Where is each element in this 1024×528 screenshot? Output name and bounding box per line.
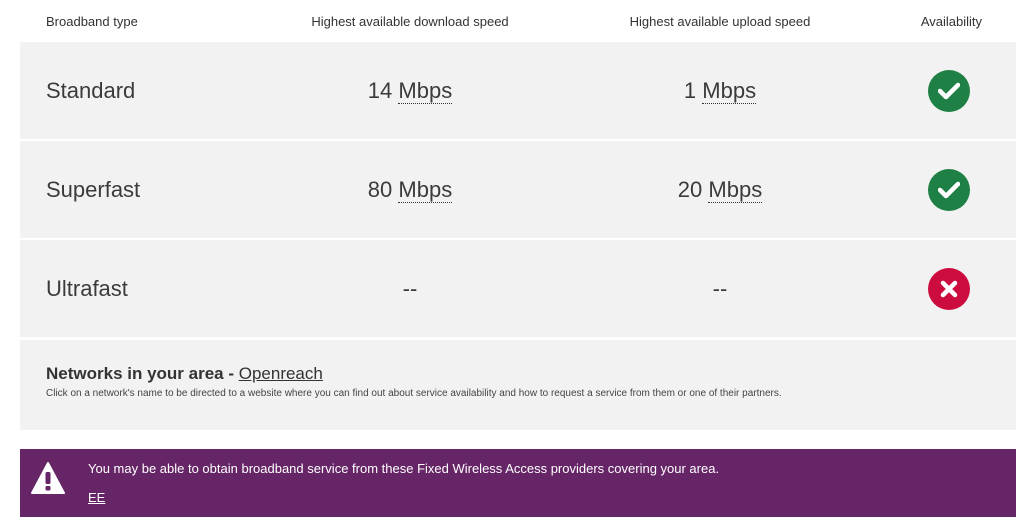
cross-circle-icon	[928, 267, 970, 310]
upload-speed: --	[550, 276, 890, 302]
upload-speed: 20 Mbps	[550, 176, 890, 203]
header-download-speed: Highest available download speed	[311, 13, 509, 29]
upload-value: 1	[683, 77, 697, 103]
table-header: Broadband type Highest available downloa…	[20, 0, 1016, 42]
upload-speed: 1 Mbps	[550, 77, 890, 104]
table-row: Standard 14 Mbps 1 Mbps	[20, 42, 1016, 141]
broadband-type: Ultrafast	[46, 275, 128, 301]
broadband-type: Standard	[46, 77, 136, 103]
download-unit[interactable]: Mbps	[398, 77, 453, 104]
warning-triangle-icon	[31, 462, 65, 494]
table-row: Ultrafast -- --	[20, 240, 1016, 339]
download-value: 80	[367, 176, 393, 202]
download-speed: 14 Mbps	[270, 77, 550, 104]
download-speed: 80 Mbps	[270, 176, 550, 203]
networks-panel: Networks in your area - Openreach Click …	[20, 340, 1016, 430]
upload-value: --	[712, 275, 728, 301]
broadband-type: Superfast	[46, 176, 141, 202]
table-row: Superfast 80 Mbps 20 Mbps	[20, 141, 1016, 240]
speed-table: Standard 14 Mbps 1 Mbps Superfast 80 Mbp…	[20, 42, 1016, 339]
upload-value: 20	[677, 176, 703, 202]
upload-unit[interactable]: Mbps	[708, 176, 763, 203]
header-upload-speed: Highest available upload speed	[629, 13, 811, 29]
broadband-checker: Broadband type Highest available downloa…	[0, 0, 1024, 528]
header-broadband-type: Broadband type	[46, 13, 138, 29]
download-unit[interactable]: Mbps	[398, 176, 453, 203]
networks-heading: Networks in your area - Openreach	[46, 364, 1016, 384]
download-value: --	[402, 275, 418, 301]
networks-note: Click on a network's name to be directed…	[46, 388, 782, 399]
fwa-message: You may be able to obtain broadband serv…	[88, 461, 720, 476]
fixed-wireless-banner: You may be able to obtain broadband serv…	[20, 449, 1016, 517]
networks-title: Networks in your area -	[46, 364, 239, 383]
download-value: 14	[367, 77, 393, 103]
availability-cell	[890, 69, 1016, 112]
availability-cell	[890, 168, 1016, 211]
check-circle-icon	[928, 69, 970, 112]
download-speed: --	[270, 276, 550, 302]
check-circle-icon	[928, 168, 970, 211]
openreach-link[interactable]: Openreach	[239, 364, 323, 383]
upload-unit[interactable]: Mbps	[702, 77, 757, 104]
availability-cell	[890, 267, 1016, 310]
ee-provider-link[interactable]: EE	[88, 490, 105, 505]
header-availability: Availability	[920, 13, 982, 29]
